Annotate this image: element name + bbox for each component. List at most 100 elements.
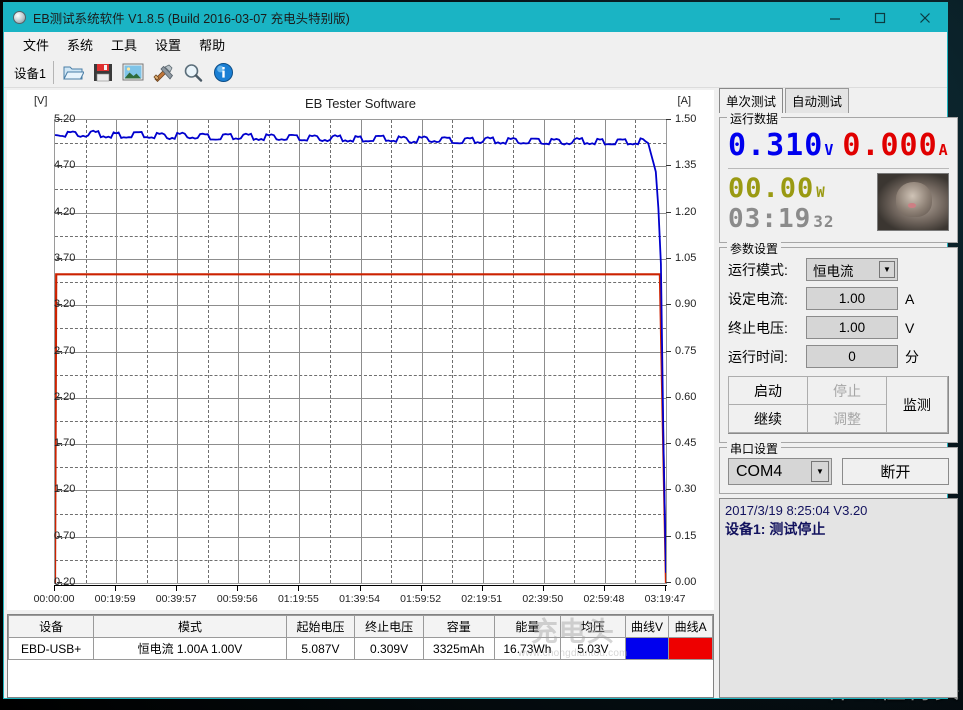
chart-panel: EB Tester Software [V] [A] 0.20 0.70 1.20 1… (7, 90, 714, 659)
label-run-time: 运行时间: (728, 348, 788, 365)
x-tick-mark (420, 585, 422, 591)
x-tick-mark (665, 585, 666, 591)
current-curve (55, 273, 666, 583)
log-line-timestamp: 2017/3/19 8:25:04 V3.20 (725, 503, 868, 518)
label-run-mode: 运行模式: (728, 261, 788, 278)
table-header-row: 设备 模式 起始电压 终止电压 容量 能量 均压 曲线V 曲线A (7, 615, 713, 638)
readout-divider (728, 168, 949, 169)
elapsed-time-readout: 03:19 (728, 204, 812, 234)
x-tick-label: 00:59:56 (216, 593, 258, 605)
com-port-value: COM4 (736, 462, 783, 480)
menu-help[interactable]: 帮助 (190, 32, 234, 57)
disconnect-button[interactable]: 断开 (842, 458, 949, 485)
serial-row: COM4 ▼ 断开 (728, 458, 949, 485)
y-axis-unit-right: [A] (677, 95, 691, 107)
serial-port-title: 串口设置 (727, 440, 782, 457)
cell-curve-a-swatch[interactable] (668, 637, 713, 660)
menu-tools[interactable]: 工具 (102, 32, 146, 57)
x-tick-mark (542, 585, 544, 591)
magnifier-icon[interactable] (179, 59, 208, 86)
x-tick-label: 03:19:47 (644, 593, 686, 605)
chart-title: EB Tester Software (304, 96, 417, 111)
menu-settings[interactable]: 设置 (146, 32, 190, 57)
running-data-title: 运行数据 (727, 110, 782, 127)
y-tick-right: 0.60 (665, 391, 696, 403)
close-icon[interactable] (902, 3, 947, 32)
x-tick-mark (603, 585, 605, 591)
power-unit: W (816, 185, 826, 201)
menu-bar: 文件 系统 工具 设置 帮助 (4, 32, 947, 57)
th-curve-v: 曲线V (624, 615, 670, 638)
save-floppy-icon[interactable] (89, 59, 118, 86)
y-tick-right: 0.90 (665, 298, 696, 310)
x-tick-label: 01:19:55 (277, 593, 319, 605)
y-tick-right: 1.50 (665, 113, 696, 125)
window-controls (812, 3, 947, 32)
chevron-down-icon[interactable]: ▼ (811, 461, 829, 482)
power-readout: 00.00 (728, 173, 815, 204)
cell-energy: 16.73Wh (493, 637, 562, 660)
maximize-icon[interactable] (857, 3, 902, 32)
tab-auto-test[interactable]: 自动测试 (785, 88, 850, 113)
status-log[interactable]: 2017/3/19 8:25:04 V3.20 设备1: 测试停止 (719, 498, 958, 698)
cat-photo-thumbnail (876, 173, 949, 231)
th-avg-voltage: 均压 (560, 615, 626, 638)
power-time-row: 00.00 W 03:19 32 (728, 173, 949, 234)
x-tick-label: 01:59:52 (400, 593, 442, 605)
com-port-select[interactable]: COM4 ▼ (728, 458, 832, 485)
x-tick-label: 00:00:00 (33, 593, 75, 605)
unit-minute: 分 (905, 348, 919, 365)
results-table-panel: 设备 模式 起始电压 终止电压 容量 能量 均压 曲线V 曲线A EBD-USB… (7, 614, 714, 698)
tools-icon[interactable] (149, 59, 178, 86)
y-tick-right: 0.15 (665, 530, 696, 542)
y-tick-right: 0.30 (665, 483, 696, 495)
y-tick-right: 0.75 (665, 345, 696, 357)
open-folder-icon[interactable] (59, 59, 88, 86)
serial-port-group: 串口设置 COM4 ▼ 断开 (719, 440, 958, 494)
y-axis-unit-left: [V] (34, 95, 48, 107)
app-sphere-icon (12, 10, 27, 25)
y-tick-right: 0.00 (665, 576, 696, 588)
x-tick-label: 00:39:57 (155, 593, 197, 605)
x-tick-label: 02:39:50 (522, 593, 564, 605)
toolbar-device-label: 设备1 (10, 60, 54, 84)
x-tick-mark (481, 585, 483, 591)
voltage-current-row: 0.310 V 0.000 A (728, 128, 949, 163)
th-end-voltage: 终止电压 (354, 615, 424, 638)
param-row-cutoff-voltage: 终止电压: 1.00 V (728, 316, 949, 339)
chart-and-table-column: EB Tester Software [V] [A] 0.20 0.70 1.20 1… (7, 90, 714, 698)
chevron-down-icon[interactable]: ▼ (879, 261, 895, 278)
menu-system[interactable]: 系统 (58, 32, 102, 57)
cutoff-voltage-input[interactable]: 1.00 (806, 316, 898, 339)
label-cutoff-voltage: 终止电压: (728, 319, 788, 336)
set-current-input[interactable]: 1.00 (806, 287, 898, 310)
cell-curve-v-swatch[interactable] (624, 637, 670, 660)
x-axis-line (54, 585, 667, 586)
parameters-group: 参数设置 运行模式: 恒电流 ▼ 设定电流: 1.00 A 终止电压: 1.00 (719, 240, 958, 443)
th-curve-a: 曲线A (668, 615, 713, 638)
table-row[interactable]: EBD-USB+ 恒电流 1.00A 1.00V 5.087V 0.309V 3… (7, 637, 713, 660)
application-window: EB测试系统软件 V1.8.5 (Build 2016-03-07 充电头特别版… (3, 2, 958, 699)
param-row-mode: 运行模式: 恒电流 ▼ (728, 258, 949, 281)
y-tick-left: 2.20 (54, 391, 75, 403)
toolbar: 设备1 (4, 57, 947, 88)
monitor-button[interactable]: 监测 (886, 376, 948, 433)
picture-icon[interactable] (119, 59, 148, 86)
x-tick-label: 02:19:51 (461, 593, 503, 605)
minimize-icon[interactable] (812, 3, 857, 32)
y-tick-left: 3.20 (54, 298, 75, 310)
run-time-input[interactable]: 0 (806, 345, 898, 368)
x-tick-label: 00:19:59 (94, 593, 136, 605)
parameters-title: 参数设置 (727, 240, 782, 257)
results-table: 设备 模式 起始电压 终止电压 容量 能量 均压 曲线V 曲线A EBD-USB… (7, 615, 713, 660)
time-row: 03:19 32 (728, 204, 867, 234)
menu-file[interactable]: 文件 (14, 32, 58, 57)
start-button[interactable]: 启动 (728, 376, 808, 405)
continue-button[interactable]: 继续 (728, 404, 808, 433)
main-content: EB Tester Software [V] [A] 0.20 0.70 1.20 1… (4, 88, 958, 698)
info-icon[interactable] (209, 59, 238, 86)
x-tick-mark (359, 585, 361, 591)
th-start-voltage: 起始电压 (285, 615, 356, 638)
y-tick-right: 1.35 (665, 159, 696, 171)
run-mode-select[interactable]: 恒电流 ▼ (806, 258, 898, 281)
